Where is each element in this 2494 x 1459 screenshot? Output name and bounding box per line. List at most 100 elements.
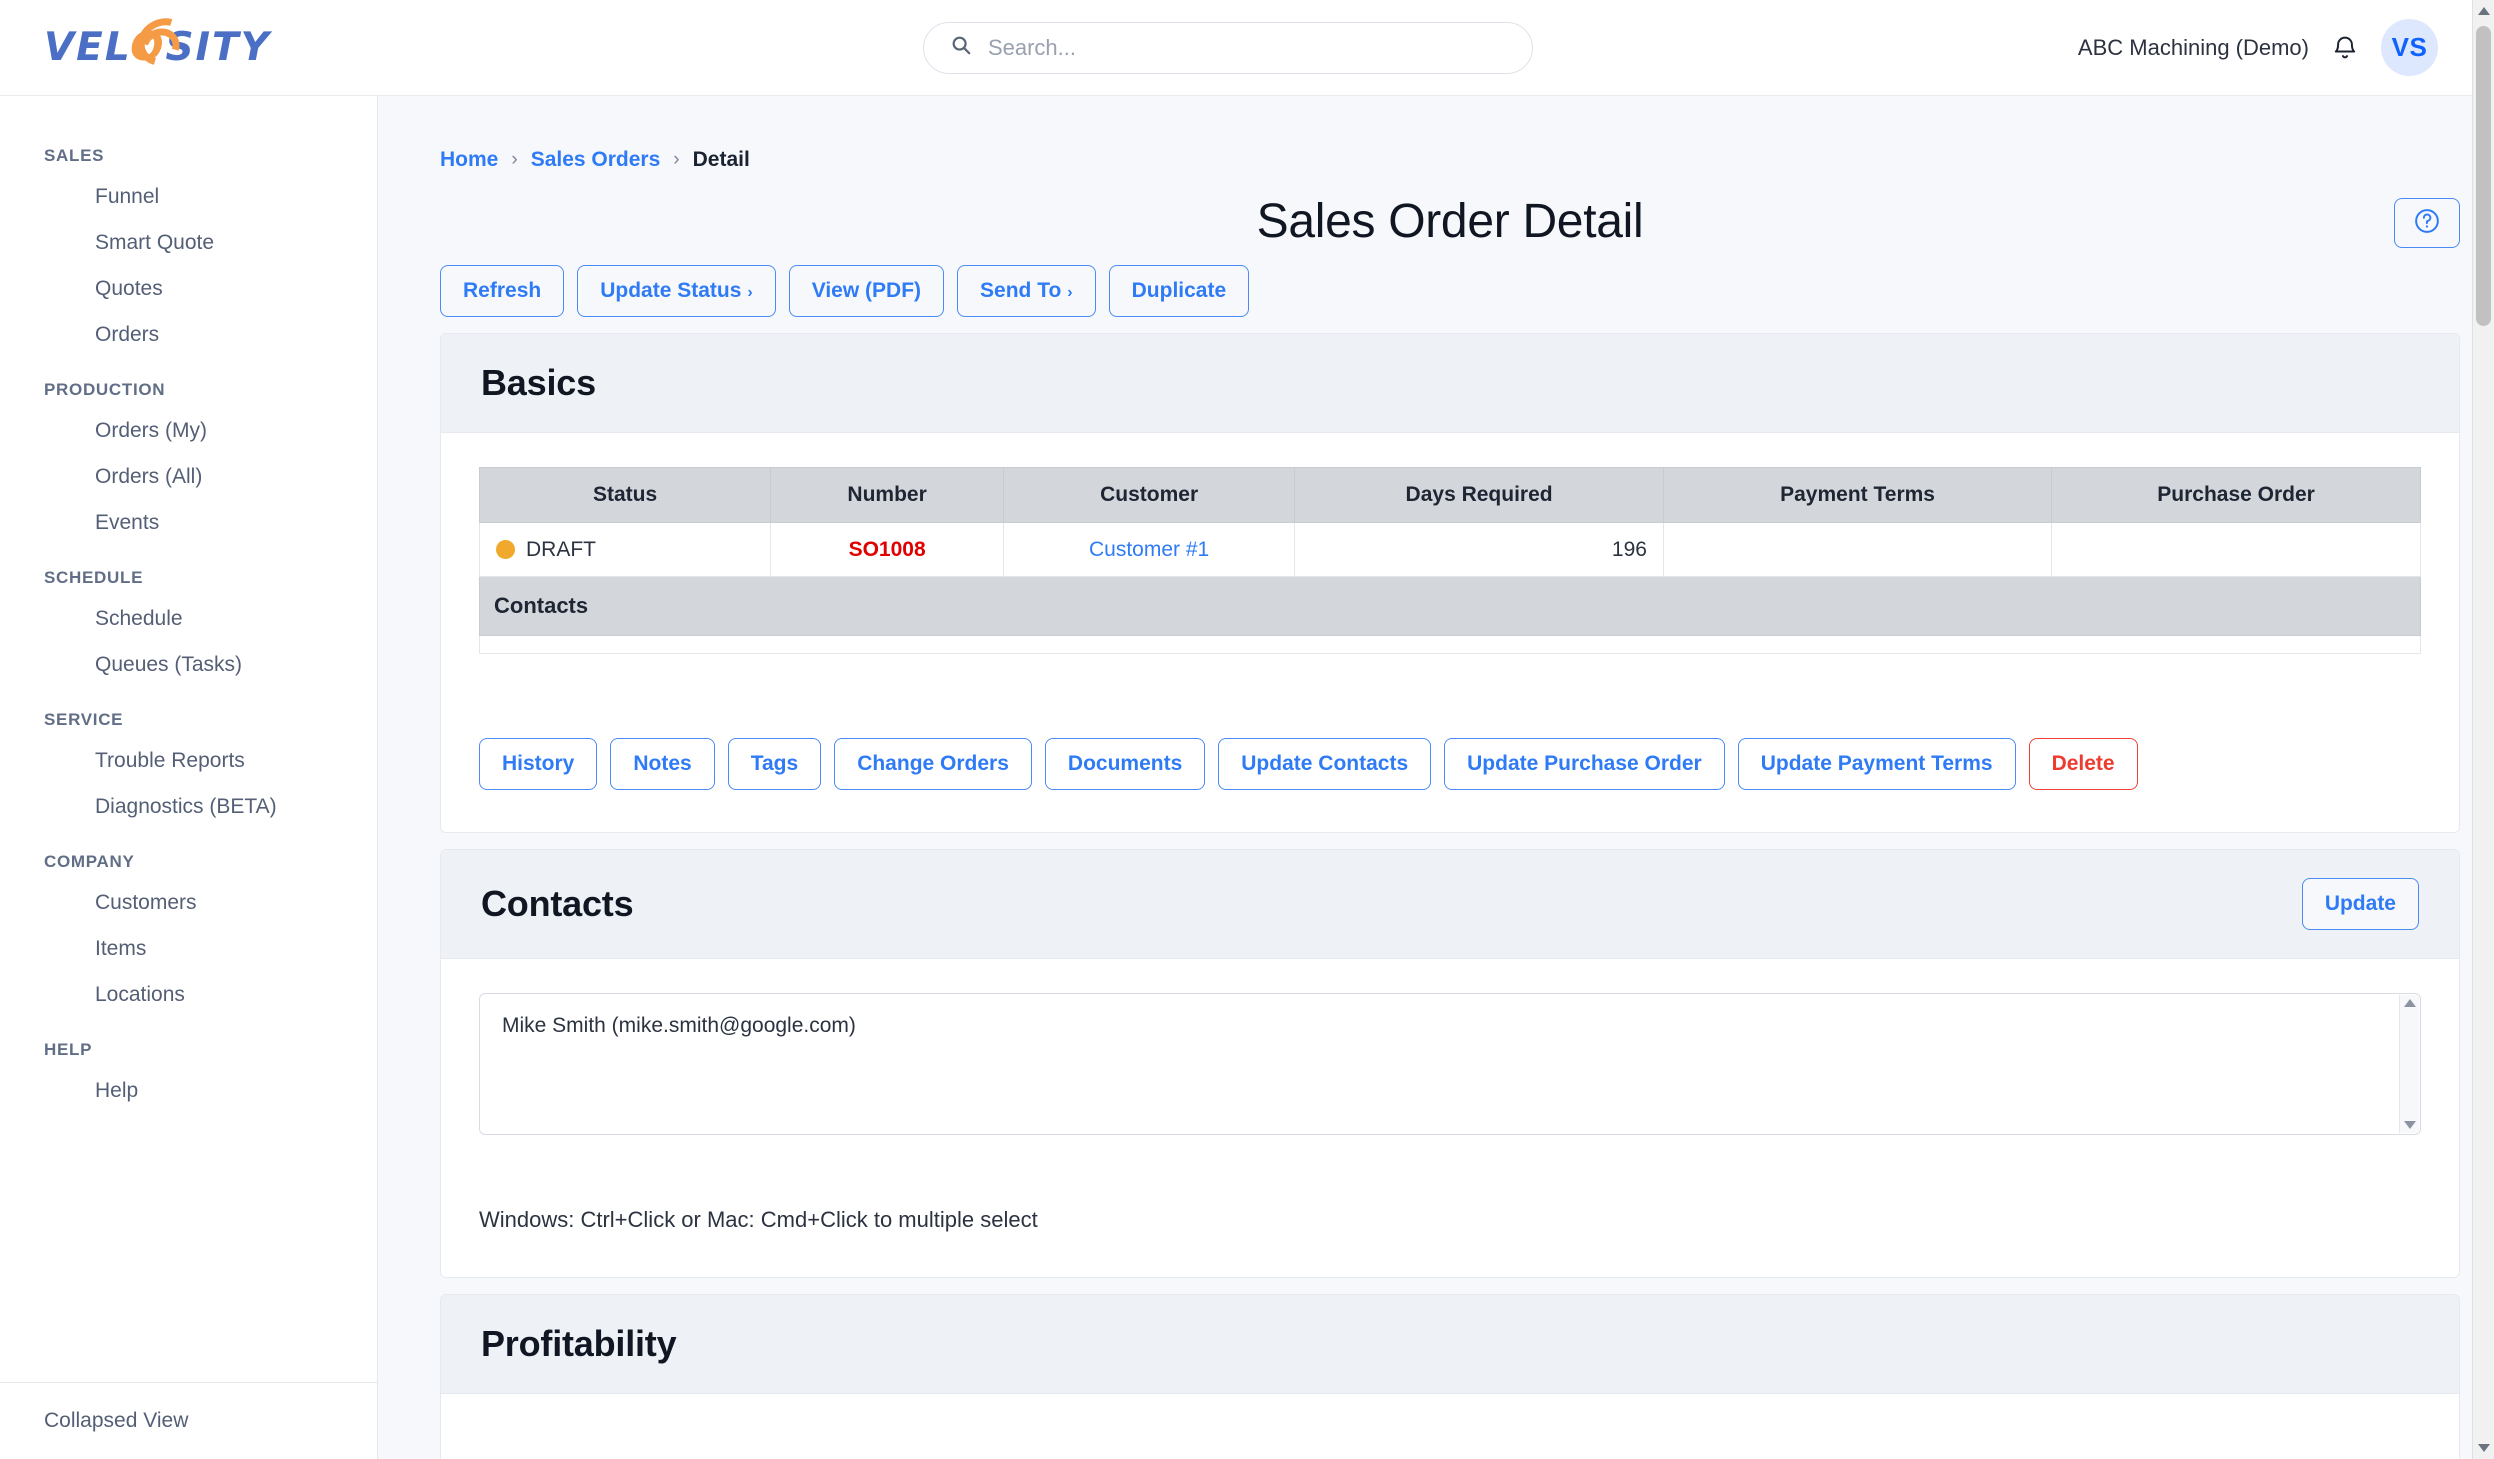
update-status-button[interactable]: Update Status › [577, 265, 776, 318]
contacts-card: Contacts Update Mike Smith (mike.smith@g… [440, 849, 2460, 1279]
sidebar-item-trouble-reports[interactable]: Trouble Reports [0, 738, 377, 784]
logo-text-part1: VEL [44, 25, 131, 70]
cell-days-required: 196 [1294, 522, 1664, 578]
sidebar-item-orders[interactable]: Orders [0, 312, 377, 358]
logo-text: VELOSITY [44, 9, 271, 75]
update-contacts-button[interactable]: Update Contacts [1218, 738, 1432, 791]
help-button[interactable] [2394, 198, 2460, 248]
brand-logo[interactable]: VELOSITY [0, 9, 378, 75]
sidebar-item-orders-all[interactable]: Orders (All) [0, 454, 377, 500]
chevron-right-icon: › [747, 284, 753, 301]
basics-contacts-subheader: Contacts [479, 577, 2421, 637]
listbox-scrollbar[interactable] [2399, 995, 2419, 1134]
sidebar-item-quotes[interactable]: Quotes [0, 266, 377, 312]
contacts-card-body: Mike Smith (mike.smith@google.com) [441, 959, 2459, 1173]
list-item[interactable]: Mike Smith (mike.smith@google.com) [502, 1012, 2398, 1040]
sidebar-group-title-company: COMPANY [44, 852, 135, 871]
search-input[interactable] [987, 34, 1468, 61]
sidebar-item-queues-tasks[interactable]: Queues (Tasks) [0, 642, 377, 688]
sidebar-navigation: SALES Funnel Smart Quote Quotes Orders P… [0, 96, 378, 1459]
cell-purchase-order [2051, 522, 2421, 578]
user-avatar[interactable]: VS [2381, 19, 2438, 76]
update-purchase-order-button[interactable]: Update Purchase Order [1444, 738, 1725, 791]
basics-card-body: Status Number Customer Days Required Pay… [441, 433, 2459, 692]
sidebar-group-schedule: SCHEDULE Schedule Queues (Tasks) [0, 546, 377, 688]
send-to-button[interactable]: Send To › [957, 265, 1096, 318]
scroll-down-arrow-icon[interactable] [2403, 1121, 2416, 1130]
sidebar-item-help[interactable]: Help [0, 1068, 377, 1114]
duplicate-button[interactable]: Duplicate [1108, 265, 1250, 318]
breadcrumb-link-home[interactable]: Home [440, 148, 498, 172]
column-header-customer: Customer [1003, 467, 1296, 524]
cell-payment-terms [1662, 522, 2053, 578]
sidebar-item-events[interactable]: Events [0, 500, 377, 546]
main-content: Home › Sales Orders › Detail Sales Order… [378, 96, 2494, 1459]
contacts-update-button[interactable]: Update [2301, 878, 2419, 931]
sidebar-item-schedule[interactable]: Schedule [0, 596, 377, 642]
contacts-section-title: Contacts [481, 883, 634, 925]
view-pdf-button[interactable]: View (PDF) [788, 265, 945, 318]
basics-section-title: Basics [481, 362, 596, 404]
basics-contacts-empty-row [479, 636, 2421, 655]
send-to-label: Send To [980, 279, 1062, 302]
refresh-button[interactable]: Refresh [440, 265, 565, 318]
app-root: VELOSITY ABC Machining (Demo) [0, 0, 2494, 1459]
contacts-card-header: Contacts Update [441, 850, 2459, 960]
notifications-bell-icon[interactable] [2331, 33, 2359, 63]
documents-button[interactable]: Documents [1044, 738, 1206, 791]
sidebar-item-smart-quote[interactable]: Smart Quote [0, 220, 377, 266]
search-zone [378, 21, 2078, 74]
update-payment-terms-button[interactable]: Update Payment Terms [1737, 738, 2016, 791]
scroll-up-arrow-icon[interactable] [2403, 999, 2416, 1008]
sidebar-item-items[interactable]: Items [0, 926, 377, 972]
column-header-number: Number [770, 467, 1005, 524]
page-scroll-up-arrow-icon[interactable] [2473, 0, 2494, 22]
page-scrollbar-thumb[interactable] [2476, 26, 2491, 326]
basics-card-header: Basics [441, 334, 2459, 434]
basics-table-body: DRAFT SO1008 Customer #1 196 [478, 522, 2421, 578]
contacts-multiselect-listbox[interactable]: Mike Smith (mike.smith@google.com) [479, 993, 2421, 1136]
basics-card: Basics Status Number Customer Days Requi… [440, 333, 2460, 834]
sidebar-item-diagnostics[interactable]: Diagnostics (BETA) [0, 784, 377, 830]
column-header-purchase-order: Purchase Order [2051, 467, 2421, 524]
breadcrumb-link-sales-orders[interactable]: Sales Orders [531, 148, 661, 172]
page-scroll-down-arrow-icon[interactable] [2473, 1437, 2494, 1459]
global-search-box[interactable] [922, 21, 1533, 74]
sidebar-group-company: COMPANY Customers Items Locations [0, 830, 377, 1018]
cell-status: DRAFT [478, 522, 772, 578]
sidebar-group-title-schedule: SCHEDULE [44, 568, 144, 587]
customer-link[interactable]: Customer #1 [1020, 538, 1278, 562]
contacts-multiselect-hint: Windows: Ctrl+Click or Mac: Cmd+Click to… [479, 1207, 1038, 1233]
breadcrumb-current-detail: Detail [692, 148, 750, 171]
body-row: SALES Funnel Smart Quote Quotes Orders P… [0, 96, 2494, 1459]
profitability-card-body [441, 1394, 2459, 1459]
sidebar-collapsed-view-toggle[interactable]: Collapsed View [0, 1382, 377, 1459]
column-header-status: Status [478, 467, 772, 524]
page-scrollbar[interactable] [2472, 0, 2494, 1459]
profitability-card: Profitability [440, 1294, 2460, 1459]
sidebar-scroll-area: SALES Funnel Smart Quote Quotes Orders P… [0, 96, 377, 1382]
profitability-card-header: Profitability [441, 1295, 2459, 1395]
profitability-section-title: Profitability [481, 1323, 677, 1365]
sidebar-group-title-sales: SALES [44, 146, 105, 165]
change-orders-button[interactable]: Change Orders [834, 738, 1032, 791]
search-icon [950, 34, 972, 61]
sidebar-group-title-production: PRODUCTION [44, 380, 166, 399]
sidebar-item-customers[interactable]: Customers [0, 880, 377, 926]
cell-number: SO1008 [770, 522, 1005, 578]
sidebar-group-title-help: HELP [44, 1040, 93, 1059]
sidebar-group-service: SERVICE Trouble Reports Diagnostics (BET… [0, 688, 377, 830]
sidebar-item-orders-my[interactable]: Orders (My) [0, 408, 377, 454]
basics-action-row: History Notes Tags Change Orders Documen… [441, 692, 2459, 832]
company-name-label: ABC Machining (Demo) [2077, 34, 2309, 60]
sidebar-item-locations[interactable]: Locations [0, 972, 377, 1018]
sidebar-item-funnel[interactable]: Funnel [0, 174, 377, 220]
page-title: Sales Order Detail [1256, 195, 1644, 248]
delete-button[interactable]: Delete [2028, 738, 2138, 791]
tags-button[interactable]: Tags [727, 738, 822, 791]
page-action-toolbar: Refresh Update Status › View (PDF) Send T… [440, 265, 2460, 318]
status-badge: DRAFT [496, 538, 754, 562]
notes-button[interactable]: Notes [610, 738, 715, 791]
cell-customer: Customer #1 [1003, 522, 1296, 578]
history-button[interactable]: History [479, 738, 598, 791]
